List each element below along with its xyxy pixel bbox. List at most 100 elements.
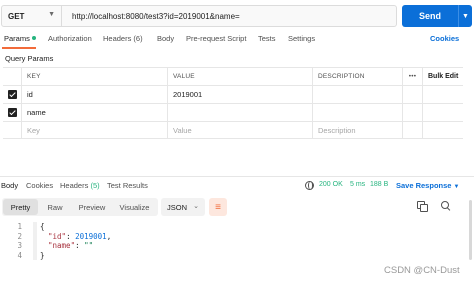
send-button[interactable]: Send xyxy=(402,5,458,27)
table-row: id 2019001 xyxy=(3,85,463,103)
copy-icon[interactable] xyxy=(417,201,428,212)
code-line: 4 } xyxy=(0,250,474,260)
row-spacer-cell xyxy=(402,122,422,139)
tab-pretty[interactable]: Pretty xyxy=(3,199,38,215)
chevron-down-icon: ▼ xyxy=(453,184,460,190)
format-select[interactable]: JSON ⌄ xyxy=(161,198,205,216)
response-size[interactable]: 188 B xyxy=(370,181,388,188)
tab-params-label: Params xyxy=(4,34,30,43)
send-options-chevron-down-icon[interactable]: ▼ xyxy=(458,5,472,27)
line-number: 2 xyxy=(17,231,22,241)
row-spacer-cell xyxy=(402,86,422,103)
checkbox-checked-icon xyxy=(7,90,17,99)
param-description-cell[interactable] xyxy=(312,104,402,121)
column-header-value: VALUE xyxy=(167,68,312,85)
json-key: "name" xyxy=(48,241,76,250)
wrap-lines-icon[interactable]: ≡ xyxy=(209,198,227,216)
tab-response-headers[interactable]: Headers (5) xyxy=(60,181,100,190)
tab-preview[interactable]: Preview xyxy=(72,199,112,215)
tab-response-headers-label: Headers xyxy=(60,181,89,190)
tab-tests[interactable]: Tests xyxy=(258,34,276,43)
table-row-new: Key Value Description xyxy=(3,121,463,139)
code-line: 2 "id": 2019001, xyxy=(0,231,474,241)
params-active-dot-icon xyxy=(31,36,36,40)
status-code[interactable]: 200 OK xyxy=(319,181,343,188)
code-text: { xyxy=(40,222,45,231)
chevron-down-icon: ⌄ xyxy=(193,203,199,210)
fold-gutter-icon xyxy=(33,241,37,251)
json-sep: : xyxy=(75,241,85,250)
format-select-value: JSON xyxy=(167,202,188,212)
param-value-cell[interactable]: 2019001 xyxy=(167,86,312,103)
param-key-cell[interactable]: id xyxy=(21,86,167,103)
watermark: CSDN @CN-Dust xyxy=(384,265,460,276)
ellipsis-icon[interactable]: ••• xyxy=(402,68,422,85)
row-spacer-cell xyxy=(422,122,463,139)
param-value-cell[interactable] xyxy=(167,104,312,121)
json-value: "" xyxy=(84,241,94,250)
json-sep: : xyxy=(66,231,76,241)
bulk-edit-button[interactable]: Bulk Edit xyxy=(422,68,463,85)
param-key-cell[interactable]: name xyxy=(21,104,167,121)
cookies-link[interactable]: Cookies xyxy=(430,34,459,43)
tab-settings[interactable]: Settings xyxy=(288,34,315,43)
url-input[interactable]: http://localhost:8080/test3?id=2019001&n… xyxy=(72,6,240,26)
row-checkbox[interactable] xyxy=(3,104,21,121)
fold-gutter-icon xyxy=(33,231,37,241)
response-time[interactable]: 5 ms xyxy=(350,181,365,188)
tab-headers[interactable]: Headers (6) xyxy=(103,34,143,43)
row-spacer-cell xyxy=(402,104,422,121)
format-tabs: Pretty Raw Preview Visualize xyxy=(2,198,158,216)
column-header-key: KEY xyxy=(21,68,167,85)
headers-count-badge: (5) xyxy=(90,181,100,190)
save-response-button[interactable]: Save Response ▼ xyxy=(396,181,460,190)
tab-body[interactable]: Body xyxy=(157,34,174,43)
tab-pre-request-script[interactable]: Pre-request Script xyxy=(186,34,246,43)
code-line: 1 { xyxy=(0,222,474,232)
header-checkbox-cell xyxy=(3,68,21,85)
code-line: 3 "name": "" xyxy=(0,241,474,251)
tab-authorization[interactable]: Authorization xyxy=(48,34,92,43)
method-select[interactable]: GET ▼ xyxy=(2,6,62,26)
param-description-cell[interactable] xyxy=(312,86,402,103)
code-text: "name": "" xyxy=(48,241,93,250)
json-key: "id" xyxy=(48,231,67,241)
line-number: 4 xyxy=(17,250,22,260)
tab-params[interactable]: Params xyxy=(4,34,36,43)
empty-checkbox-cell xyxy=(3,122,21,139)
row-checkbox[interactable] xyxy=(3,86,21,103)
tab-visualize[interactable]: Visualize xyxy=(112,199,157,215)
new-key-input[interactable]: Key xyxy=(21,122,167,139)
chevron-down-icon: ▼ xyxy=(48,11,55,18)
tab-test-results[interactable]: Test Results xyxy=(107,181,148,190)
response-body-code[interactable]: 1 { 2 "id": 2019001, 3 "name": "" 4 } xyxy=(0,222,474,260)
request-tabs: Params Authorization Headers (6) Body Pr… xyxy=(0,31,474,50)
json-value: 2019001 xyxy=(75,231,107,241)
fold-gutter-icon xyxy=(33,250,37,260)
method-label: GET xyxy=(8,11,25,21)
tab-response-cookies[interactable]: Cookies xyxy=(26,181,53,190)
json-tail: , xyxy=(106,231,112,241)
code-text: "id": 2019001, xyxy=(48,232,111,241)
code-text: } xyxy=(40,250,45,260)
active-tab-indicator xyxy=(2,47,36,49)
search-icon[interactable] xyxy=(441,201,451,211)
table-row: name xyxy=(3,103,463,121)
tab-response-body[interactable]: Body xyxy=(1,181,18,190)
line-number: 1 xyxy=(17,222,22,231)
request-bar: GET ▼ http://localhost:8080/test3?id=201… xyxy=(0,0,474,31)
response-scrollbar[interactable] xyxy=(469,200,472,260)
fold-gutter-icon[interactable] xyxy=(33,222,37,232)
tab-raw[interactable]: Raw xyxy=(38,199,72,215)
globe-icon[interactable] xyxy=(305,181,314,190)
row-spacer-cell xyxy=(422,104,463,121)
query-params-table: KEY VALUE DESCRIPTION ••• Bulk Edit id 2… xyxy=(3,67,463,139)
row-spacer-cell xyxy=(422,86,463,103)
save-response-label: Save Response xyxy=(396,181,452,190)
new-value-input[interactable]: Value xyxy=(167,122,312,139)
request-url-box: GET ▼ http://localhost:8080/test3?id=201… xyxy=(1,5,397,27)
new-description-input[interactable]: Description xyxy=(312,122,402,139)
response-divider xyxy=(0,176,474,177)
column-header-description: DESCRIPTION xyxy=(312,68,402,85)
query-params-title: Query Params xyxy=(5,54,54,63)
